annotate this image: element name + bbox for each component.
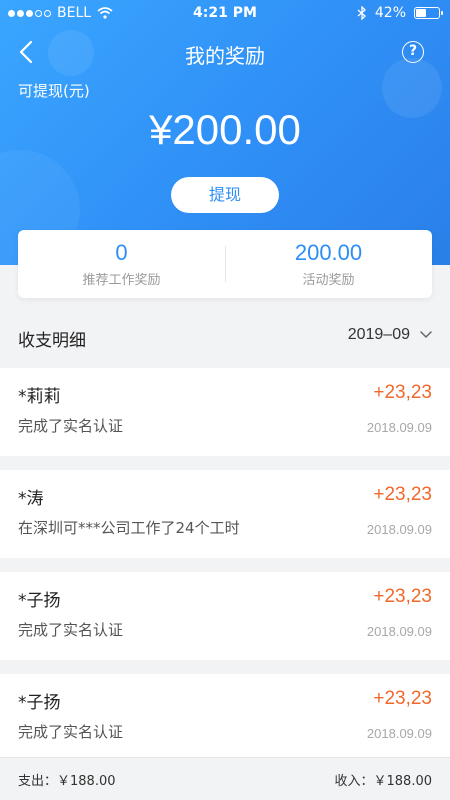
activity-reward-label: 活动奖励 xyxy=(302,273,355,288)
record-date: 2018.09.09 xyxy=(366,522,432,537)
record-amount: +23,23 xyxy=(373,688,432,709)
bluetooth-icon xyxy=(357,6,366,20)
referral-reward-summary[interactable]: 0 推荐工作奖励 xyxy=(18,230,225,298)
withdrawable-label: 可提现(元) xyxy=(18,82,90,100)
activity-reward-summary[interactable]: 200.00 活动奖励 xyxy=(225,230,432,298)
expense-total: 支出：￥188.00 xyxy=(18,774,116,789)
record-amount: +23,23 xyxy=(373,382,432,403)
totals-footer: 支出：￥188.00 收入：￥188.00 xyxy=(0,757,450,800)
list-item[interactable]: *莉莉 完成了实名认证 +23,23 2018.09.09 xyxy=(0,368,450,456)
record-name: *子扬 xyxy=(18,591,61,611)
header: BELL 4:21 PM 42% 我的奖励 ? 可提现(元) ¥200.00 提… xyxy=(0,0,450,265)
record-name: *子扬 xyxy=(18,693,61,713)
list-item[interactable]: *涛 在深圳可***公司工作了24个工时 +23,23 2018.09.09 xyxy=(0,470,450,558)
record-description: 完成了实名认证 xyxy=(18,723,124,741)
record-description: 在深圳可***公司工作了24个工时 xyxy=(18,519,240,537)
record-name: *莉莉 xyxy=(18,387,61,407)
status-bar: BELL 4:21 PM 42% xyxy=(0,0,450,28)
section-title: 收支明细 xyxy=(18,331,86,351)
list-item[interactable]: *子扬 完成了实名认证 +23,23 2018.09.09 xyxy=(0,572,450,660)
referral-reward-value: 0 xyxy=(115,240,128,265)
record-date: 2018.09.09 xyxy=(366,624,432,639)
referral-reward-label: 推荐工作奖励 xyxy=(82,273,161,288)
record-date: 2018.09.09 xyxy=(366,420,432,435)
battery-icon xyxy=(414,7,443,19)
chevron-down-icon xyxy=(420,331,432,339)
record-amount: +23,23 xyxy=(373,484,432,505)
withdraw-button[interactable]: 提现 xyxy=(171,177,279,213)
month-value: 2019–09 xyxy=(347,326,410,343)
nav-bar: 我的奖励 ? xyxy=(0,30,450,74)
transactions-header: 收支明细 2019–09 xyxy=(0,310,450,362)
month-selector[interactable]: 2019–09 xyxy=(348,326,432,344)
page-title: 我的奖励 xyxy=(185,44,265,68)
record-date: 2018.09.09 xyxy=(366,726,432,741)
record-description: 完成了实名认证 xyxy=(18,417,124,435)
list-item[interactable]: *子扬 完成了实名认证 +23,23 2018.09.09 xyxy=(0,674,450,762)
balance-amount: ¥200.00 xyxy=(149,106,301,153)
battery-percent: 42% xyxy=(374,5,406,21)
help-button[interactable]: ? xyxy=(402,41,424,63)
record-description: 完成了实名认证 xyxy=(18,621,124,639)
record-name: *涛 xyxy=(18,489,44,509)
record-amount: +23,23 xyxy=(373,586,432,607)
reward-summary-card: 0 推荐工作奖励 200.00 活动奖励 xyxy=(18,230,432,298)
income-total: 收入：￥188.00 xyxy=(334,774,433,789)
activity-reward-value: 200.00 xyxy=(294,240,363,265)
